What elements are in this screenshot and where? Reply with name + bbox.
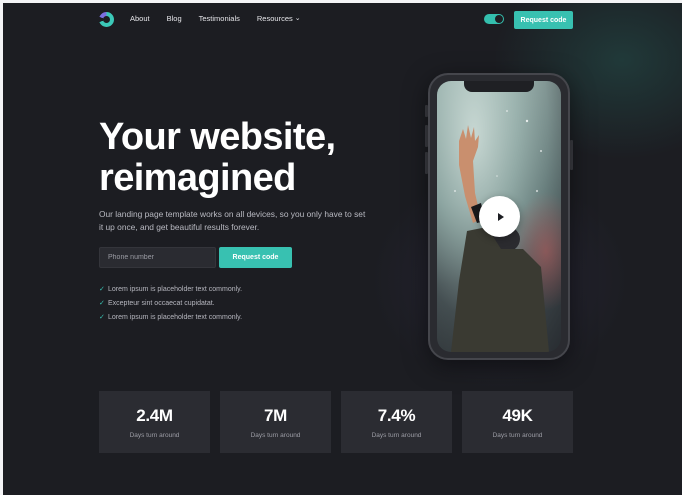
stat-card: 2.4M Days turn around: [99, 391, 210, 453]
screenshot-border-top: [0, 0, 682, 3]
phone-power-button: [570, 140, 573, 170]
theme-toggle[interactable]: [484, 14, 504, 24]
check-item: ✓ Lorem ipsum is placeholder text common…: [99, 310, 242, 324]
stat-card: 7.4% Days turn around: [341, 391, 452, 453]
hero-title-line-1: Your website,: [99, 116, 336, 158]
check-icon: ✓: [99, 300, 105, 307]
nav-resources[interactable]: Resources ⌄: [257, 14, 301, 23]
main-nav: About Blog Testimonials Resources ⌄: [130, 14, 301, 23]
stat-label: Days turn around: [371, 431, 422, 439]
play-button[interactable]: [479, 196, 520, 237]
screenshot-border-left: [0, 0, 3, 495]
stat-label: Days turn around: [492, 431, 543, 439]
play-icon: [497, 212, 504, 221]
request-code-button[interactable]: Request code: [219, 247, 292, 268]
check-item: ✓ Excepteur sint occaecat cupidatat.: [99, 296, 242, 310]
stat-label: Days turn around: [129, 431, 180, 439]
stat-value: 7.4%: [377, 405, 416, 425]
nav-blog[interactable]: Blog: [167, 14, 182, 23]
check-item-text: Lorem ipsum is placeholder text commonly…: [108, 313, 243, 321]
hero-title: Your website, reimagined: [99, 117, 399, 199]
phone-notch: [464, 81, 534, 92]
stat-value: 49K: [502, 405, 533, 425]
check-icon: ✓: [99, 286, 105, 293]
stat-card: 49K Days turn around: [462, 391, 573, 453]
nav-about[interactable]: About: [130, 14, 150, 23]
landing-page: About Blog Testimonials Resources ⌄ Reque…: [0, 0, 682, 495]
logo-icon[interactable]: [99, 12, 114, 27]
feature-checklist: ✓ Lorem ipsum is placeholder text common…: [99, 282, 242, 324]
chevron-down-icon: ⌄: [294, 15, 301, 22]
request-code-button-header[interactable]: Request code: [514, 11, 573, 29]
check-item-text: Lorem ipsum is placeholder text commonly…: [108, 285, 243, 293]
stat-value: 2.4M: [136, 405, 173, 425]
hero-subtitle: Our landing page template works on all d…: [99, 209, 366, 232]
check-item-text: Excepteur sint occaecat cupidatat.: [108, 299, 215, 307]
nav-testimonials[interactable]: Testimonials: [199, 14, 240, 23]
stat-label: Days turn around: [250, 431, 301, 439]
stats-row: 2.4M Days turn around 7M Days turn aroun…: [99, 391, 573, 453]
nav-resources-label: Resources: [256, 14, 293, 23]
check-icon: ✓: [99, 314, 105, 321]
stat-value: 7M: [263, 405, 288, 425]
stat-card: 7M Days turn around: [220, 391, 331, 453]
phone-number-input[interactable]: [99, 247, 216, 268]
toggle-knob: [495, 15, 503, 23]
check-item: ✓ Lorem ipsum is placeholder text common…: [99, 282, 242, 296]
hero-title-line-2: reimagined: [99, 157, 296, 199]
